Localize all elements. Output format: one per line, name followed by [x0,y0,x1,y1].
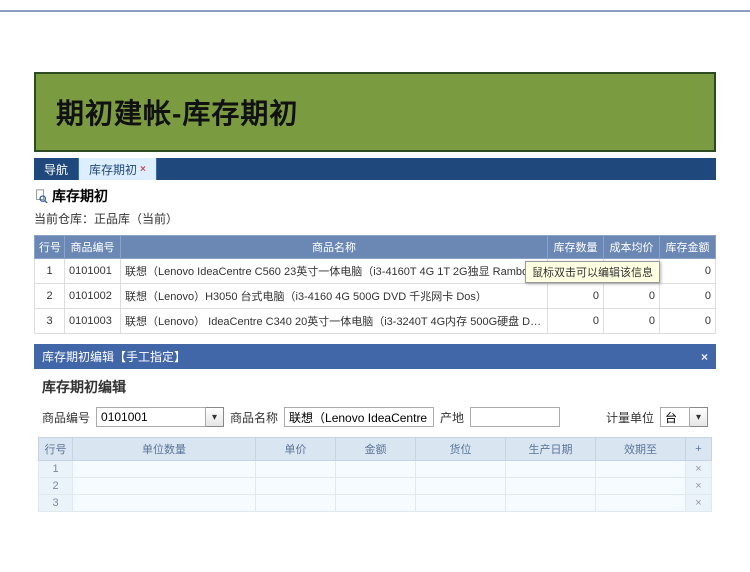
cell[interactable] [336,495,416,512]
edit-tooltip: 鼠标双击可以编辑该信息 [525,261,660,283]
cell[interactable] [506,461,596,478]
cell[interactable] [596,495,686,512]
table-row[interactable]: 3 0101003 联想（Lenovo） IdeaCentre C340 20英… [35,309,716,334]
dialog-body: 库存期初编辑 商品编号 ▾ 商品名称 产地 计量单位 ▾ 行号 单位数量 单价 [34,369,716,518]
cell[interactable] [336,478,416,495]
grid-header-row: 行号 商品编号 商品名称 库存数量 成本均价 库存金额 [35,236,716,259]
inventory-grid: 行号 商品编号 商品名称 库存数量 成本均价 库存金额 1 0101001 联想… [34,235,716,334]
cell[interactable] [73,461,256,478]
delete-row-icon[interactable]: × [686,478,712,495]
slide-title: 期初建帐-库存期初 [56,92,694,132]
delete-row-icon[interactable]: × [686,495,712,512]
cell-rownum: 2 [35,284,65,309]
cell[interactable] [506,478,596,495]
label-unit: 计量单位 [606,409,654,426]
detail-grid: 行号 单位数量 单价 金额 货位 生产日期 效期至 + 1 × 2 [38,437,712,512]
input-name[interactable] [284,407,434,427]
scol-price[interactable]: 单价 [256,438,336,461]
table-row[interactable]: 3 × [39,495,712,512]
label-origin: 产地 [440,409,464,426]
cell-code: 0101002 [65,284,121,309]
cell[interactable] [73,478,256,495]
subgrid-header-row: 行号 单位数量 单价 金额 货位 生产日期 效期至 + [39,438,712,461]
cell[interactable] [416,461,506,478]
cell[interactable] [256,495,336,512]
slide-divider [0,10,750,12]
close-icon[interactable]: × [140,164,146,175]
cell-avg: 0 [604,309,660,334]
nav-tab-inventory-open[interactable]: 库存期初 × [79,158,157,180]
scol-row[interactable]: 行号 [39,438,73,461]
table-row[interactable]: 2 × [39,478,712,495]
dialog-header-title: 库存期初编辑【手工指定】 [42,348,186,365]
scol-pdate[interactable]: 生产日期 [506,438,596,461]
cell[interactable] [416,478,506,495]
section-title: 库存期初 [52,186,108,206]
cell-rownum: 2 [39,478,73,495]
cell-amt: 0 [660,284,716,309]
cell[interactable] [256,478,336,495]
cell[interactable] [256,461,336,478]
cell-rownum: 1 [39,461,73,478]
col-amt[interactable]: 库存金额 [660,236,716,259]
cell-amt: 0 [660,259,716,284]
grid-wrapper: 行号 商品编号 商品名称 库存数量 成本均价 库存金额 1 0101001 联想… [34,235,716,334]
dialog-title: 库存期初编辑 [42,377,712,397]
cell-code: 0101003 [65,309,121,334]
cell[interactable] [596,461,686,478]
cell-name: 联想（Lenovo） IdeaCentre C340 20英寸一体电脑（i3-3… [121,309,548,334]
col-avg[interactable]: 成本均价 [604,236,660,259]
nav-item-guide[interactable]: 导航 [34,158,79,180]
close-icon[interactable]: × [701,350,708,364]
cell-code: 0101001 [65,259,121,284]
col-qty[interactable]: 库存数量 [548,236,604,259]
cell-name: 联想（Lenovo）H3050 台式电脑（i3-4160 4G 500G DVD… [121,284,548,309]
scol-unitqty[interactable]: 单位数量 [73,438,256,461]
label-name: 商品名称 [230,409,278,426]
lookup-icon[interactable]: ▾ [690,407,708,427]
cell[interactable] [416,495,506,512]
delete-row-icon[interactable]: × [686,461,712,478]
nav-bar: 导航 库存期初 × [34,158,716,180]
cell[interactable] [596,478,686,495]
scol-plus[interactable]: + [686,438,712,461]
scol-exp[interactable]: 效期至 [596,438,686,461]
cell-qty: 0 [548,309,604,334]
input-unit[interactable] [660,407,690,427]
scol-amount[interactable]: 金额 [336,438,416,461]
warehouse-value: 正品库（当前） [94,212,178,226]
input-code[interactable] [96,407,206,427]
cell-avg: 0 [604,284,660,309]
cell-rownum: 3 [35,309,65,334]
label-code: 商品编号 [42,409,90,426]
col-row[interactable]: 行号 [35,236,65,259]
cell-name: 联想（Lenovo IdeaCentre C560 23英寸一体电脑（i3-41… [121,259,548,284]
cell-qty: 0 [548,284,604,309]
cell[interactable] [73,495,256,512]
slide-title-box: 期初建帐-库存期初 [34,72,716,152]
col-name[interactable]: 商品名称 [121,236,548,259]
content-area: 库存期初 当前仓库：正品库（当前） 行号 商品编号 商品名称 库存数量 成本均价… [34,186,716,518]
cell-rownum: 1 [35,259,65,284]
cell-rownum: 3 [39,495,73,512]
warehouse-label: 当前仓库： [34,212,94,226]
col-code[interactable]: 商品编号 [65,236,121,259]
cell-amt: 0 [660,309,716,334]
nav-label: 导航 [44,161,68,178]
lookup-icon[interactable]: ▾ [206,407,224,427]
nav-tab-label: 库存期初 [89,161,137,178]
section-header: 库存期初 [34,186,716,206]
cell[interactable] [336,461,416,478]
table-row[interactable]: 2 0101002 联想（Lenovo）H3050 台式电脑（i3-4160 4… [35,284,716,309]
form-row: 商品编号 ▾ 商品名称 产地 计量单位 ▾ [38,407,712,427]
cell[interactable] [506,495,596,512]
table-row[interactable]: 1 × [39,461,712,478]
warehouse-info: 当前仓库：正品库（当前） [34,210,716,227]
dialog-header: 库存期初编辑【手工指定】 × [34,344,716,369]
input-origin[interactable] [470,407,560,427]
scol-loc[interactable]: 货位 [416,438,506,461]
search-doc-icon [34,189,48,203]
